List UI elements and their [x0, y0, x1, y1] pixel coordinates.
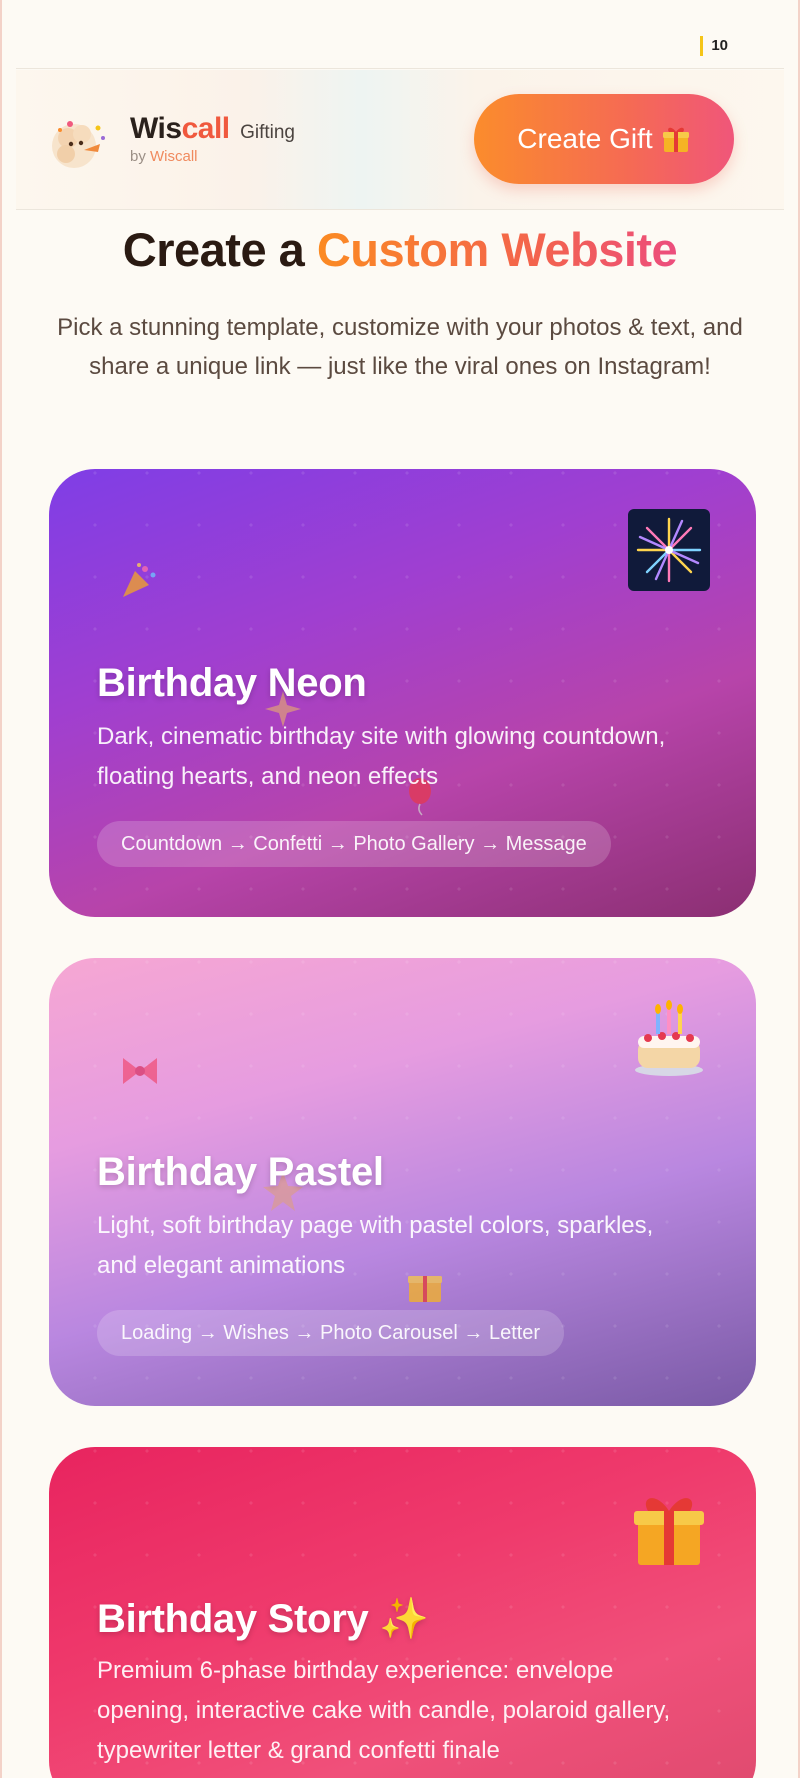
brand-suffix: Gifting: [240, 122, 295, 143]
fireworks-icon: [628, 509, 710, 591]
gift-icon: [662, 127, 689, 152]
template-description: Dark, cinematic birthday site with glowi…: [97, 723, 666, 790]
template-flow: Loading → Wishes → Photo Carousel → Lett…: [97, 1310, 565, 1356]
status-count: 10: [700, 36, 728, 56]
template-description: Premium 6-phase birthday experience: env…: [97, 1657, 671, 1764]
brand: Wiscall Gifting by Wiscall: [130, 112, 295, 165]
template-flow: Countdown → Confetti → Photo Gallery → M…: [97, 821, 611, 867]
status-bar: 10: [16, 0, 784, 69]
create-gift-button[interactable]: Create Gift: [474, 94, 734, 184]
party-popper-icon: [123, 563, 156, 597]
template-description: Light, soft birthday page with pastel co…: [97, 1212, 654, 1279]
page-frame: 10 Wiscall Gifting by Wiscall Create Gif…: [0, 0, 800, 1778]
create-gift-label: Create Gift: [517, 123, 653, 154]
ribbon-icon: [123, 1058, 157, 1084]
template-card-birthday-pastel[interactable]: Birthday Pastel Light, soft birthday pag…: [49, 958, 756, 1406]
brand-byline: by Wiscall: [130, 148, 198, 165]
wiscall-logo-icon[interactable]: [48, 110, 112, 174]
template-title: Birthday Neon: [97, 661, 367, 705]
template-title: Birthday Pastel: [97, 1150, 384, 1194]
gift-box-icon: [634, 1498, 704, 1565]
template-title: Birthday Story ✨: [97, 1597, 429, 1641]
brand-name: Wiscall: [130, 112, 230, 145]
site-header: Wiscall Gifting by Wiscall Create Gift: [16, 70, 784, 210]
page-title: Create a Custom Website: [122, 223, 678, 276]
template-card-birthday-story[interactable]: Birthday Story ✨ Premium 6-phase birthda…: [49, 1447, 756, 1778]
page-description: Pick a stunning template, customize with…: [57, 314, 743, 380]
template-card-birthday-neon[interactable]: Birthday Neon Dark, cinematic birthday s…: [49, 469, 756, 917]
cake-icon: [635, 1000, 703, 1076]
